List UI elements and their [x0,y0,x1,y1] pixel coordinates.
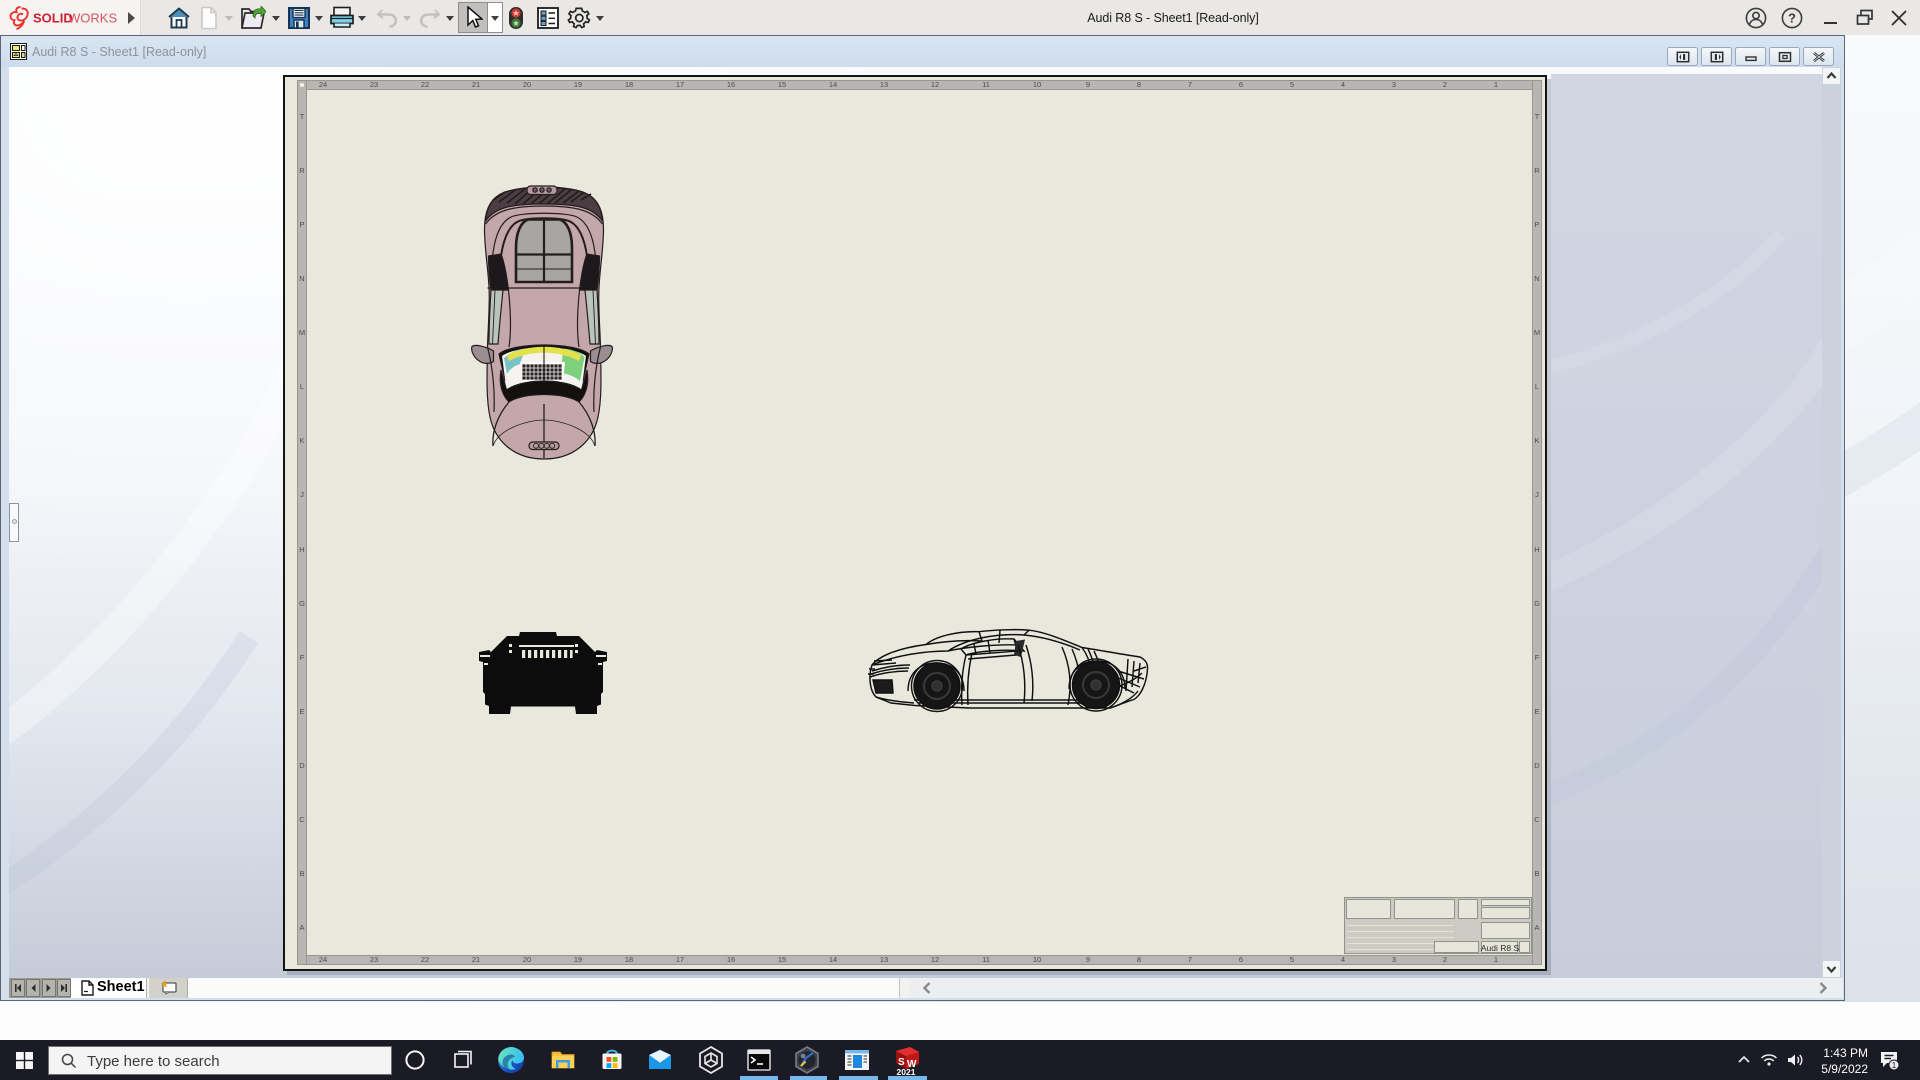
svg-text:1: 1 [1892,1061,1897,1070]
svg-text:2021: 2021 [897,1067,916,1076]
svg-text:WORKS: WORKS [68,11,117,26]
svg-text:SOLID: SOLID [33,11,73,26]
svg-text:?: ? [1788,11,1796,26]
svg-text:Audi R8 S: Audi R8 S [1481,943,1520,953]
